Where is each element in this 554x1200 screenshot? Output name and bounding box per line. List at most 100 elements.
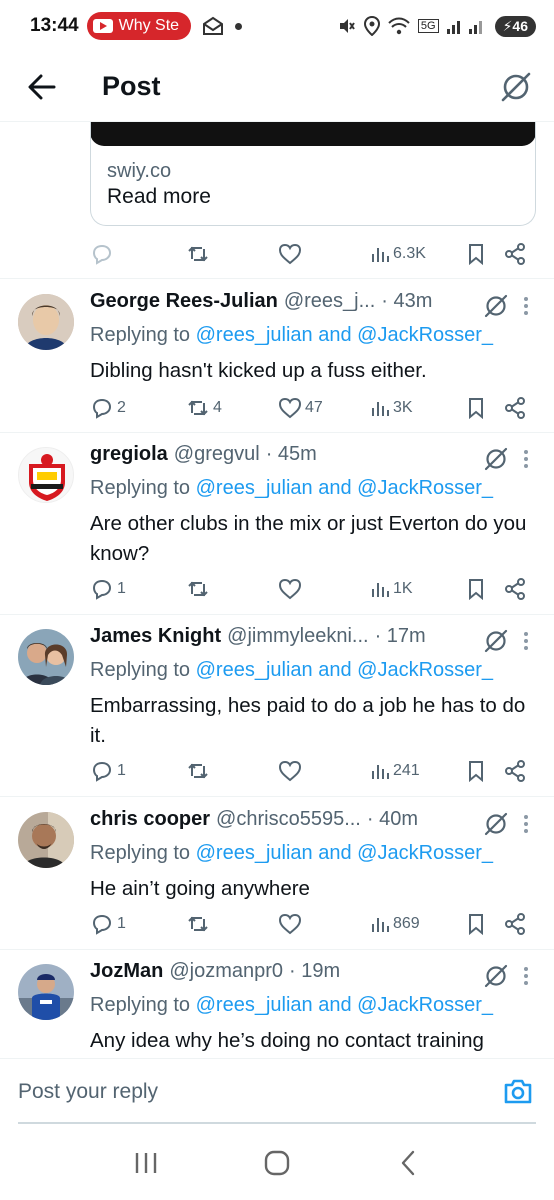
author-handle[interactable]: @gregvul: [174, 443, 260, 466]
replying-to-link[interactable]: @rees_julian and @JackRosser_: [196, 477, 493, 499]
mute-icon: [339, 19, 355, 33]
home-button[interactable]: [252, 1138, 302, 1188]
reply-button[interactable]: 2: [90, 396, 126, 420]
share-button[interactable]: [504, 913, 526, 935]
avatar[interactable]: [18, 964, 74, 1020]
repost-button[interactable]: [186, 913, 210, 935]
replying-to-link[interactable]: @rees_julian and @JackRosser_: [196, 842, 493, 864]
author-name[interactable]: gregiola: [90, 443, 168, 466]
views-button[interactable]: 3K: [370, 398, 413, 418]
reply-button[interactable]: 1: [90, 912, 126, 936]
camera-icon[interactable]: [502, 1076, 534, 1108]
repost-button[interactable]: [186, 243, 210, 265]
repost-button[interactable]: [186, 760, 210, 782]
views-button[interactable]: 6.3K: [370, 244, 426, 264]
reply-text: Embarrassing, hes paid to do a job he ha…: [90, 694, 526, 747]
post-time: · 45m: [265, 443, 317, 465]
author-handle[interactable]: @chrisco5595...: [216, 808, 361, 831]
repost-button[interactable]: 4: [186, 397, 222, 419]
more-options-button[interactable]: [516, 810, 536, 838]
reply-input[interactable]: Post your reply: [18, 1080, 158, 1104]
replying-to-link[interactable]: @rees_julian and @JackRosser_: [196, 324, 493, 346]
replying-to: Replying to @rees_julian and @JackRosser…: [90, 994, 493, 1017]
heart-icon: [278, 397, 302, 419]
views-count: 6.3K: [393, 245, 426, 262]
reply-button[interactable]: 1: [90, 759, 126, 783]
more-options-button[interactable]: [516, 292, 536, 320]
reply-bubble-icon: [92, 244, 112, 265]
author-handle[interactable]: @jimmyleekni...: [227, 625, 368, 648]
status-icons: 5G ⚡46: [338, 15, 536, 37]
reply-item[interactable]: gregiola @gregvul · 45m Replying to @ree…: [0, 443, 554, 611]
share-icon: [505, 243, 525, 265]
youtube-notification-pill[interactable]: Why Ste: [86, 12, 192, 40]
divider: [0, 949, 554, 950]
youtube-icon: [92, 19, 113, 33]
main-post-actions: 6.3K: [90, 236, 530, 272]
share-button[interactable]: [504, 578, 526, 600]
replying-to-link[interactable]: @rees_julian and @JackRosser_: [196, 994, 493, 1016]
system-back-button[interactable]: [383, 1138, 433, 1188]
views-button[interactable]: 1K: [370, 579, 413, 599]
grok-icon: [501, 72, 531, 101]
reply-item[interactable]: chris cooper @chrisco5595... · 40m Reply…: [0, 808, 554, 948]
compose-underline: [18, 1122, 536, 1124]
link-card[interactable]: swiy.co Read more: [90, 122, 536, 226]
share-button[interactable]: [504, 397, 526, 419]
grok-icon[interactable]: [482, 810, 510, 838]
post-header: Post: [0, 52, 554, 122]
avatar[interactable]: [18, 812, 74, 868]
recent-apps-button[interactable]: [121, 1138, 171, 1188]
avatar[interactable]: [18, 294, 74, 350]
like-button[interactable]: 47: [278, 397, 323, 419]
bookmark-button[interactable]: [466, 397, 486, 419]
grok-button[interactable]: [496, 67, 536, 107]
more-options-button[interactable]: [516, 445, 536, 473]
grok-icon[interactable]: [482, 292, 510, 320]
back-button[interactable]: [12, 57, 72, 117]
more-options-button[interactable]: [516, 627, 536, 655]
like-button[interactable]: [278, 913, 302, 935]
like-button[interactable]: [278, 760, 302, 782]
avatar[interactable]: [18, 629, 74, 685]
club-crest-avatar: [19, 448, 73, 502]
like-button[interactable]: [278, 578, 302, 600]
reply-button[interactable]: [90, 242, 114, 266]
page-title: Post: [102, 71, 161, 101]
reply-actions: 1 1K: [90, 571, 530, 607]
author-handle[interactable]: @jozmanpr0: [169, 960, 283, 983]
post-time: · 17m: [374, 625, 426, 647]
network-type: 5G: [417, 19, 439, 33]
bookmark-icon: [469, 761, 483, 782]
reply-item[interactable]: JozMan @jozmanpr0 · 19m Replying to @ree…: [0, 960, 554, 1058]
bookmark-button[interactable]: [466, 760, 486, 782]
share-button[interactable]: [504, 243, 526, 265]
grok-icon[interactable]: [482, 445, 510, 473]
avatar[interactable]: [18, 447, 74, 503]
analytics-icon: [372, 402, 389, 416]
heart-icon: [278, 578, 302, 600]
grok-icon[interactable]: [482, 627, 510, 655]
share-button[interactable]: [504, 760, 526, 782]
grok-icon[interactable]: [482, 962, 510, 990]
battery-level: 46: [512, 17, 528, 34]
author-name[interactable]: George Rees-Julian: [90, 290, 278, 313]
reply-item[interactable]: James Knight @jimmyleekni... · 17m Reply…: [0, 625, 554, 793]
views-button[interactable]: 241: [370, 761, 420, 781]
share-icon: [505, 578, 525, 600]
repost-button[interactable]: [186, 578, 210, 600]
like-button[interactable]: [278, 243, 302, 265]
bookmark-button[interactable]: [466, 243, 486, 265]
author-name[interactable]: chris cooper: [90, 808, 210, 831]
reply-button[interactable]: 1: [90, 577, 126, 601]
more-options-button[interactable]: [516, 962, 536, 990]
bookmark-button[interactable]: [466, 578, 486, 600]
replying-to-link[interactable]: @rees_julian and @JackRosser_: [196, 659, 493, 681]
author-name[interactable]: JozMan: [90, 960, 163, 983]
author-name[interactable]: James Knight: [90, 625, 221, 648]
bookmark-button[interactable]: [466, 913, 486, 935]
author-handle[interactable]: @rees_j...: [284, 290, 375, 313]
reply-item[interactable]: George Rees-Julian @rees_j... · 43m Repl…: [0, 290, 554, 430]
reply-text: Dibling hasn't kicked up a fuss either.: [90, 359, 427, 382]
views-button[interactable]: 869: [370, 914, 420, 934]
